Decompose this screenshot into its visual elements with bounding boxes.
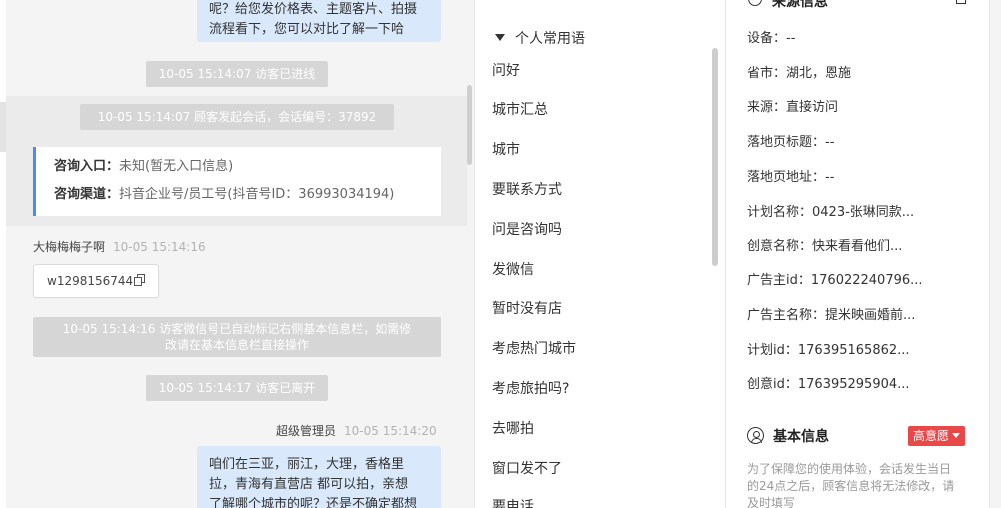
phrase-item[interactable]: 要联系方式 — [492, 179, 562, 199]
agent-sender-line: 超级管理员 10-05 15:14:20 — [276, 422, 437, 439]
info-label: 创意id： — [747, 377, 798, 392]
message-line: 了解哪个城市的呢？还是不确定都想 — [209, 497, 418, 508]
message-line: 呢？给您发价格表、主题客片、拍摄 — [209, 2, 418, 17]
system-message-wechat-marked: 10-05 15:14:16 访客微信号已自动标记右侧基本信息栏，如需修 改请在… — [33, 317, 441, 357]
customer-info-panel: 来源信息 设备：-- 省市：湖北，恩施 来源：直接访问 落地页标题：-- 落地页… — [726, 0, 989, 508]
notice-line: 及时填写 — [747, 496, 796, 508]
system-message-line: 10-05 15:14:16 访客微信号已自动标记右侧基本信息栏，如需修 — [62, 322, 412, 336]
info-label: 计划id： — [747, 343, 798, 358]
wechat-id-message[interactable]: w1298156744 — [33, 264, 159, 298]
phrase-item[interactable]: 要电话 — [492, 496, 534, 508]
phrase-item[interactable]: 暂时没有店 — [492, 298, 562, 318]
info-row-plan-name: 计划名称：0423-张琳同款... — [747, 201, 914, 220]
phrase-item[interactable]: 问好 — [492, 60, 520, 80]
info-label: 创意名称： — [747, 239, 813, 254]
phrase-item[interactable]: 考虑旅拍吗? — [492, 378, 569, 398]
info-row-plan-id: 计划id：176395165862... — [747, 339, 910, 358]
intent-level-dropdown[interactable]: 高意愿 — [908, 426, 966, 446]
edit-deadline-notice: 为了保障您的使用体验，会话发生当日 的24点之后，顾客信息将无法修改，请 及时填… — [747, 461, 972, 508]
chat-scrollbar[interactable] — [467, 85, 472, 165]
phrase-item[interactable]: 发微信 — [492, 259, 534, 279]
info-value: 直接访问 — [786, 100, 839, 115]
agent-name: 超级管理员 — [276, 424, 337, 438]
message-line: 咱们在三亚，丽江，大理，香格里 — [209, 457, 405, 472]
info-row-source: 来源：直接访问 — [747, 96, 838, 115]
basic-info-title: 基本信息 — [773, 429, 829, 445]
phrases-scrollbar[interactable] — [712, 48, 718, 266]
agent-message-time: 10-05 15:14:20 — [344, 424, 437, 438]
notice-line: 的24点之后，顾客信息将无法修改，请 — [747, 479, 955, 493]
agent-message-bubble-top: 呢？给您发价格表、主题客片、拍摄 流程看下，您可以对比了解一下哈 — [197, 0, 441, 42]
info-value[interactable]: 176022240796... — [811, 273, 923, 288]
consult-info-card: 咨询入口：未知(暂无入口信息) 咨询渠道：抖音企业号/员工号(抖音号ID：369… — [33, 147, 441, 216]
system-message-line: 改请在基本信息栏直接操作 — [164, 338, 309, 352]
info-label: 广告主id： — [747, 273, 811, 288]
copy-icon[interactable] — [134, 274, 146, 286]
chat-left-edge — [0, 0, 6, 508]
info-label: 广告主名称： — [747, 308, 826, 323]
message-line: 拉，青海有直营店 都可以拍，亲想 — [209, 477, 409, 492]
user-circle-icon — [747, 427, 764, 444]
phrase-item[interactable]: 问是咨询吗 — [492, 219, 562, 239]
consult-entry-row: 咨询入口：未知(暂无入口信息) — [54, 153, 441, 181]
right-edge-strip — [989, 0, 1001, 508]
customer-name[interactable]: 大梅梅梅子啊 — [33, 240, 105, 254]
agent-message-bubble: 咱们在三亚，丽江，大理，香格里 拉，青海有直营店 都可以拍，亲想 了解哪个城市的… — [197, 446, 441, 508]
info-label: 计划名称： — [747, 205, 813, 220]
info-value[interactable]: 176395165862... — [798, 343, 910, 358]
info-value: -- — [825, 170, 835, 185]
info-label: 来源： — [747, 100, 787, 115]
info-label: 落地页地址： — [747, 170, 826, 185]
info-row-creative-id: 创意id：176395295904... — [747, 373, 910, 392]
consult-entry-label: 咨询入口： — [54, 159, 120, 174]
info-value[interactable]: 0423-张琳同款... — [812, 205, 914, 220]
caret-down-icon — [952, 433, 961, 438]
info-row-device: 设备：-- — [747, 27, 795, 46]
consult-channel-row: 咨询渠道：抖音企业号/员工号(抖音号ID：36993034194) — [54, 181, 441, 209]
info-row-advertiser-id: 广告主id：176022240796... — [747, 269, 923, 288]
customer-sender-line: 大梅梅梅子啊 10-05 15:14:16 — [33, 238, 206, 255]
info-value: 湖北，恩施 — [786, 66, 852, 81]
info-label: 设备： — [747, 31, 787, 46]
info-value: -- — [825, 135, 835, 150]
info-row-landing-url: 落地页地址：-- — [747, 166, 834, 185]
info-label: 省市： — [747, 66, 787, 81]
info-row-province: 省市：湖北，恩施 — [747, 62, 851, 81]
phrase-item[interactable]: 考虑热门城市 — [492, 338, 576, 358]
system-message-session-start: 10-05 15:14:07 顾客发起会话，会话编号：37892 — [80, 104, 394, 130]
edit-icon[interactable] — [956, 0, 966, 4]
consult-entry-value: 未知(暂无入口信息) — [119, 159, 234, 174]
personal-phrases-header[interactable]: 个人常用语 — [495, 28, 585, 48]
basic-info-header: 基本信息 — [747, 426, 829, 446]
info-value[interactable]: 快来看看他们... — [812, 239, 902, 254]
phrase-item[interactable]: 窗口发不了 — [492, 458, 562, 478]
info-row-creative-name: 创意名称：快来看看他们... — [747, 235, 902, 254]
info-value[interactable]: 提米映画婚前... — [825, 308, 915, 323]
intent-level-label: 高意愿 — [913, 429, 950, 443]
common-phrases-panel: 个人常用语 问好 城市汇总 城市 要联系方式 问是咨询吗 发微信 暂时没有店 考… — [474, 0, 726, 508]
consult-channel-value: 抖音企业号/员工号(抖音号ID：36993034194) — [119, 187, 395, 202]
message-line: 流程看下，您可以对比了解一下哈 — [209, 22, 405, 37]
source-info-title: 来源信息 — [772, 0, 828, 10]
info-label: 落地页标题： — [747, 135, 826, 150]
personal-phrases-title: 个人常用语 — [515, 31, 585, 47]
phrase-item[interactable]: 城市 — [492, 139, 520, 159]
customer-message-time: 10-05 15:14:16 — [113, 240, 206, 254]
notice-line: 为了保障您的使用体验，会话发生当日 — [747, 462, 952, 476]
info-value: -- — [786, 31, 796, 46]
info-value[interactable]: 176395295904... — [798, 377, 910, 392]
system-message-visitor-leave: 10-05 15:14:17 访客已离开 — [146, 375, 328, 401]
wechat-id-text: w1298156744 — [47, 274, 134, 288]
phrase-item[interactable]: 城市汇总 — [492, 99, 548, 119]
info-row-advertiser-name: 广告主名称：提米映画婚前... — [747, 304, 915, 323]
system-message-visitor-enter: 10-05 15:14:07 访客已进线 — [146, 61, 328, 87]
source-info-icon — [748, 0, 762, 6]
collapse-triangle-icon[interactable] — [495, 34, 505, 41]
chat-pane: 呢？给您发价格表、主题客片、拍摄 流程看下，您可以对比了解一下哈 10-05 1… — [0, 0, 474, 508]
info-row-landing-title: 落地页标题：-- — [747, 131, 834, 150]
consult-channel-label: 咨询渠道： — [54, 187, 120, 202]
phrase-item[interactable]: 去哪拍 — [492, 418, 534, 438]
